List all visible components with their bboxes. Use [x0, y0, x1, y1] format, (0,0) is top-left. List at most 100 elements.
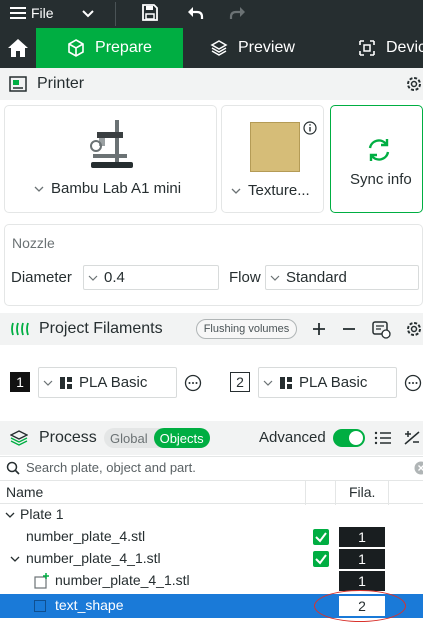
process-section-title: Process [39, 429, 97, 446]
filament-select[interactable]: PLA Basic [38, 367, 177, 398]
more-icon[interactable] [184, 374, 202, 392]
bambu-logo-icon [280, 376, 292, 389]
device-icon [359, 40, 375, 56]
more-icon[interactable] [404, 374, 422, 392]
undo-icon[interactable] [185, 3, 205, 23]
text-shape-icon [34, 600, 46, 612]
chevron-down-icon[interactable] [5, 510, 15, 520]
chevron-down-icon [34, 186, 44, 192]
chevron-down-icon [270, 275, 280, 281]
filament-column-header[interactable]: Fila. [349, 484, 375, 500]
filament-icon [11, 322, 29, 336]
filament-index[interactable]: 1 [10, 372, 30, 392]
flushing-volumes-button[interactable]: Flushing volumes [196, 319, 297, 339]
nozzle-card: Nozzle Diameter 0.4 Flow Standard [4, 224, 423, 306]
flow-select[interactable]: Standard [265, 265, 419, 290]
info-icon[interactable] [303, 121, 317, 135]
printer-section-title: Printer [37, 75, 85, 92]
objects-option[interactable]: Objects [153, 428, 210, 448]
home-button[interactable] [0, 28, 36, 68]
sync-icon [368, 139, 390, 161]
object-name: number_plate_4.stl [26, 528, 146, 544]
part-icon [34, 573, 49, 589]
chevron-down-icon [88, 275, 98, 281]
search-placeholder: Search plate, object and part. [26, 460, 196, 475]
filament-index[interactable]: 2 [230, 372, 250, 392]
diameter-select[interactable]: 0.4 [83, 265, 219, 290]
object-name: number_plate_4_1.stl [26, 550, 161, 566]
chevron-down-icon [263, 380, 273, 386]
checkmark-icon [315, 554, 327, 565]
cube-icon [68, 39, 84, 57]
table-row[interactable]: number_plate_4.stl 1 [0, 526, 423, 548]
plate-row[interactable]: Plate 1 [0, 504, 423, 526]
chevron-down-icon [231, 188, 241, 194]
plate-name: Texture... [248, 182, 310, 199]
plate-name: Plate 1 [20, 506, 64, 522]
tab-preview[interactable]: Preview [210, 28, 295, 68]
layers-icon [10, 430, 28, 446]
printer-name: Bambu Lab A1 mini [51, 180, 182, 197]
title-bar: File [0, 0, 423, 28]
part-name: text_shape [55, 597, 124, 613]
printer-section-header: Printer [0, 68, 423, 100]
visibility-checkbox[interactable] [313, 551, 329, 567]
diameter-value: 0.4 [104, 269, 125, 286]
checkmark-icon [315, 532, 327, 543]
main-tab-bar: Prepare Preview Devic [0, 28, 423, 68]
printer-model-image [90, 120, 133, 168]
flow-label: Flow [229, 269, 261, 286]
clear-icon[interactable] [414, 461, 423, 475]
tab-preview-label: Preview [238, 39, 295, 56]
table-row[interactable]: number_plate_4_1.stl 1 [0, 548, 423, 570]
process-scope-toggle[interactable]: Global Objects [104, 428, 210, 448]
list-icon[interactable] [374, 430, 392, 446]
layers-icon [210, 40, 228, 56]
tab-prepare-label: Prepare [95, 39, 152, 56]
hamburger-icon [10, 6, 26, 20]
tab-device-label: Devic [386, 39, 423, 56]
filament-name: PLA Basic [299, 374, 368, 391]
printer-select-card[interactable]: Bambu Lab A1 mini [4, 105, 217, 213]
table-row[interactable]: number_plate_4_1.stl 1 [0, 570, 423, 592]
chevron-down-icon [43, 380, 53, 386]
flushing-volumes-label: Flushing volumes [203, 323, 290, 335]
search-icon [6, 461, 20, 475]
filament-sync-icon[interactable] [371, 319, 391, 339]
filaments-section-header: Project Filaments Flushing volumes [0, 313, 423, 345]
divider [115, 2, 116, 26]
object-search-field[interactable]: Search plate, object and part. [0, 456, 423, 478]
tab-prepare[interactable]: Prepare [36, 28, 183, 68]
add-icon[interactable] [311, 321, 327, 337]
redo-icon[interactable] [228, 3, 248, 23]
visibility-checkbox[interactable] [313, 529, 329, 545]
chevron-down-icon[interactable] [80, 5, 96, 21]
gear-icon[interactable] [405, 320, 423, 338]
filaments-section-title: Project Filaments [39, 320, 163, 337]
remove-icon[interactable] [341, 321, 357, 337]
sync-info-label: Sync info [350, 171, 412, 188]
filament-cell[interactable]: 1 [339, 549, 385, 569]
textured-plate-image [250, 122, 300, 172]
filament-cell[interactable]: 1 [339, 527, 385, 547]
filament-select[interactable]: PLA Basic [258, 367, 397, 398]
gear-icon[interactable] [405, 75, 423, 93]
name-column-header[interactable]: Name [6, 484, 43, 500]
flow-value: Standard [286, 269, 347, 286]
filament-cell[interactable]: 1 [339, 571, 385, 591]
diameter-label: Diameter [11, 269, 72, 286]
advanced-label: Advanced [259, 429, 326, 446]
annotation-ellipse [314, 590, 406, 622]
compare-icon[interactable] [403, 430, 421, 446]
part-name: number_plate_4_1.stl [55, 572, 190, 588]
sync-info-button[interactable]: Sync info [330, 105, 423, 213]
global-option[interactable]: Global [104, 428, 154, 448]
save-icon[interactable] [140, 3, 160, 23]
home-icon [8, 39, 28, 57]
advanced-toggle[interactable] [333, 429, 365, 447]
file-menu[interactable]: File [10, 5, 54, 21]
object-list-header: Name Fila. [0, 480, 423, 505]
tab-device[interactable]: Devic [358, 28, 423, 68]
plate-select-card[interactable]: Texture... [221, 105, 324, 213]
chevron-down-icon[interactable] [10, 554, 20, 564]
